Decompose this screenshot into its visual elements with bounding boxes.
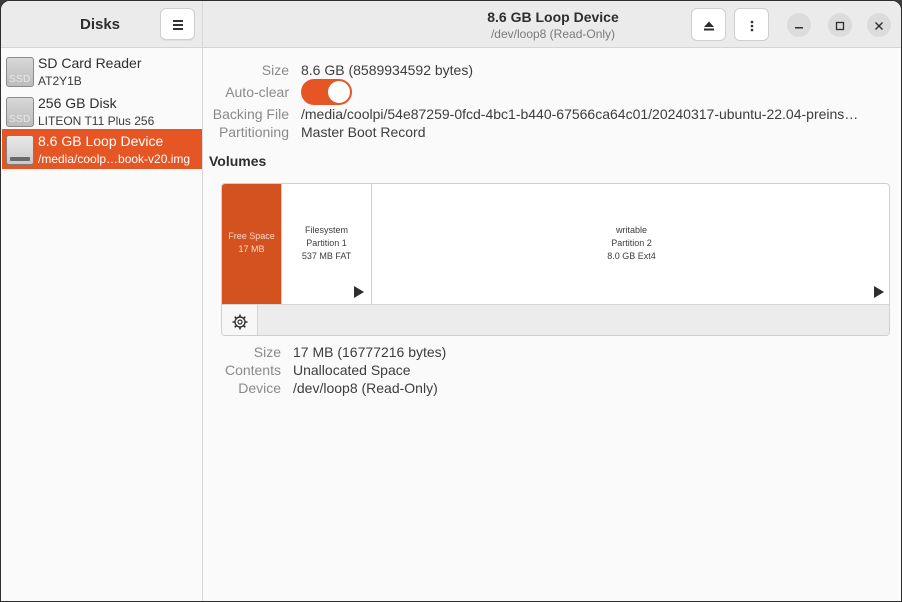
volume-partition-number: Partition 1 bbox=[306, 238, 347, 248]
volume-label: writable bbox=[615, 225, 647, 235]
loop-device-icon bbox=[6, 135, 34, 165]
autoclear-label: Auto-clear bbox=[225, 84, 289, 100]
backing-file-label: Backing File bbox=[212, 106, 289, 122]
disk-item-256gb-disk[interactable]: SSD 256 GB Disk LITEON T11 Plus 256 bbox=[2, 91, 202, 131]
hamburger-icon-line bbox=[173, 24, 183, 26]
minimize-button[interactable] bbox=[787, 13, 811, 37]
drive-options-button[interactable] bbox=[734, 8, 769, 41]
volume-size: 17 MB bbox=[238, 244, 265, 254]
disk-item-sd-card-reader[interactable]: SSD SD Card Reader AT2Y1B bbox=[2, 51, 202, 91]
ssd-drive-icon: SSD bbox=[6, 57, 34, 87]
volume-label: Free Space bbox=[228, 231, 275, 241]
partitioning-label: Partitioning bbox=[218, 124, 289, 140]
volume-free-space[interactable]: Free Space 17 MB bbox=[222, 184, 282, 304]
minimize-icon bbox=[795, 26, 803, 29]
gear-icon bbox=[232, 314, 247, 330]
play-arrow-icon[interactable] bbox=[874, 286, 884, 298]
volume-toolbar bbox=[222, 304, 889, 335]
more-vertical-icon bbox=[750, 20, 753, 31]
ssd-drive-icon: SSD bbox=[6, 97, 34, 127]
drive-type-label: SSD bbox=[9, 74, 31, 85]
volumes-map: Free Space 17 MB Filesystem Partition 1 … bbox=[221, 183, 890, 336]
close-icon bbox=[875, 21, 883, 30]
maximize-button[interactable] bbox=[828, 13, 852, 37]
close-button[interactable] bbox=[867, 13, 891, 37]
size-value: 8.6 GB (8589934592 bytes) bbox=[301, 62, 474, 78]
header-bar: 8.6 GB Loop Device /dev/loop8 (Read-Only… bbox=[203, 1, 901, 48]
disk-name: 8.6 GB Loop Device bbox=[38, 133, 164, 149]
volume-size-value: 17 MB (16777216 bytes) bbox=[293, 344, 447, 360]
eject-button[interactable] bbox=[691, 8, 726, 41]
disk-path: /media/coolp…book-v20.img bbox=[38, 152, 191, 166]
main-menu-button[interactable] bbox=[160, 8, 195, 40]
contents-label: Contents bbox=[224, 362, 281, 378]
toggle-knob bbox=[328, 81, 350, 103]
sidebar-header: Disks bbox=[1, 1, 202, 48]
volume-size-fs: 537 MB FAT bbox=[301, 251, 352, 261]
size-label: Size bbox=[261, 62, 289, 78]
volumes-heading: Volumes bbox=[209, 153, 267, 169]
maximize-icon bbox=[835, 21, 845, 30]
autoclear-toggle[interactable] bbox=[301, 79, 352, 105]
disk-model: LITEON T11 Plus 256 bbox=[38, 114, 155, 128]
play-arrow-icon[interactable] bbox=[354, 286, 364, 298]
contents-value: Unallocated Space bbox=[293, 362, 411, 378]
hamburger-icon bbox=[173, 20, 183, 22]
disk-model: AT2Y1B bbox=[38, 74, 82, 88]
hamburger-icon-line bbox=[173, 28, 183, 30]
volume-size-label: Size bbox=[253, 344, 281, 360]
disk-item-loop-device[interactable]: 8.6 GB Loop Device /media/coolp…book-v20… bbox=[2, 129, 202, 169]
drive-type-label: SSD bbox=[9, 114, 31, 125]
volume-partition-number: Partition 2 bbox=[611, 238, 652, 248]
volume-partition-2[interactable]: writable Partition 2 8.0 GB Ext4 bbox=[372, 184, 889, 304]
sidebar: Disks SSD SD Card Reader AT2Y1B SSD 256 … bbox=[1, 1, 203, 601]
device-value: /dev/loop8 (Read-Only) bbox=[293, 380, 438, 396]
partition-options-button[interactable] bbox=[222, 305, 258, 335]
disk-name: 256 GB Disk bbox=[38, 95, 117, 111]
partitioning-value: Master Boot Record bbox=[301, 124, 426, 140]
eject-icon bbox=[703, 21, 714, 31]
disks-window: Disks SSD SD Card Reader AT2Y1B SSD 256 … bbox=[0, 0, 902, 602]
volume-size-fs: 8.0 GB Ext4 bbox=[607, 251, 656, 261]
disk-name: SD Card Reader bbox=[38, 55, 142, 71]
backing-file-value: /media/coolpi/54e87259-0fcd-4bc1-b440-67… bbox=[301, 106, 859, 122]
device-label: Device bbox=[238, 380, 281, 396]
volume-partition-1[interactable]: Filesystem Partition 1 537 MB FAT bbox=[282, 184, 372, 304]
volume-label: Filesystem bbox=[304, 225, 348, 235]
